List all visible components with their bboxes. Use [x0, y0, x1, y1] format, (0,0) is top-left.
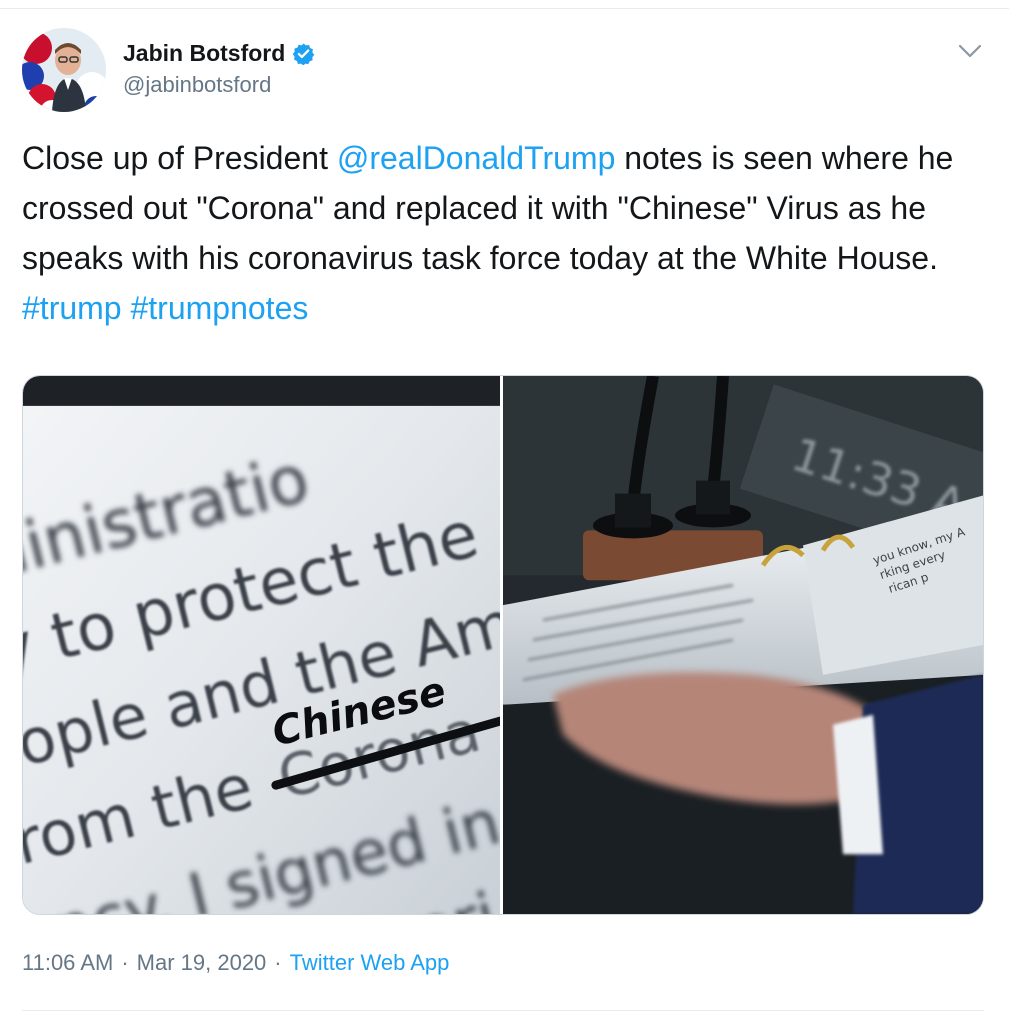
tweet-date[interactable]: Mar 19, 2020: [137, 950, 267, 976]
photo-podium[interactable]: 11:33 A you know, my A rking every rican…: [503, 376, 983, 914]
tweet-header: Jabin Botsford @jabinbotsford: [22, 28, 992, 118]
avatar[interactable]: [22, 28, 106, 112]
top-divider: [0, 8, 1009, 9]
user-names: Jabin Botsford @jabinbotsford: [123, 36, 315, 98]
hashtag-link-trump[interactable]: #trump: [22, 290, 122, 326]
tweet-text: Close up of President @realDonaldTrump n…: [22, 133, 987, 333]
meta-separator: ·: [121, 950, 129, 975]
meta-separator: ·: [274, 950, 282, 975]
tweet-time[interactable]: 11:06 AM: [22, 950, 113, 976]
chevron-down-icon[interactable]: [956, 40, 984, 62]
hashtag-link-trumpnotes[interactable]: #trumpnotes: [130, 290, 308, 326]
mention-link[interactable]: @realDonaldTrump: [337, 140, 616, 176]
tweet-meta: 11:06 AM · Mar 19, 2020 · Twitter Web Ap…: [22, 950, 449, 976]
verified-badge-icon: [292, 42, 315, 65]
bottom-divider: [22, 1010, 984, 1011]
display-name[interactable]: Jabin Botsford: [123, 40, 285, 67]
tweet-text-segment: Close up of President: [22, 140, 337, 176]
media-grid: ministratio ay to protect the eople and …: [22, 375, 984, 915]
user-handle[interactable]: @jabinbotsford: [123, 72, 315, 98]
source-app-link[interactable]: Twitter Web App: [290, 950, 450, 976]
photo-notes-closeup[interactable]: ministratio ay to protect the eople and …: [23, 376, 503, 914]
